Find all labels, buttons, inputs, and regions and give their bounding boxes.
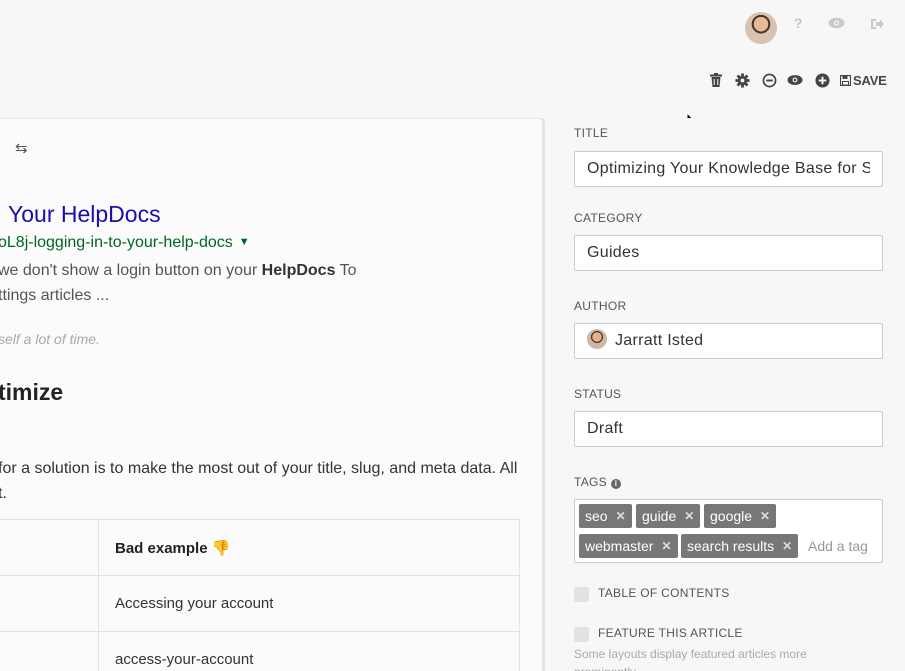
- snippet-bold-text: HelpDocs: [261, 262, 336, 279]
- search-result-snippet: we don't show a login button on your Hel…: [0, 258, 357, 308]
- title-field[interactable]: [574, 151, 883, 187]
- snippet-text: we don't show a login button on your: [0, 262, 262, 279]
- status-label: STATUS: [574, 387, 622, 401]
- search-result-url: oL8j-logging-in-to-your-help-docs ▼: [0, 234, 250, 252]
- feature-hint: Some layouts display featured articles m…: [574, 647, 807, 671]
- title-label: TITLE: [574, 126, 609, 140]
- title-input[interactable]: [587, 152, 870, 186]
- body-paragraph: for a solution is to make the most out o…: [0, 456, 517, 506]
- table-cell: [0, 575, 99, 632]
- table-cell: [0, 631, 99, 671]
- remove-tag-icon[interactable]: ✕: [616, 504, 626, 528]
- question-icon[interactable]: ?: [794, 15, 803, 31]
- author-select[interactable]: Jarratt Isted: [574, 323, 883, 359]
- table-cell: access-your-account: [98, 631, 520, 671]
- search-result-title[interactable]: Your HelpDocs: [8, 201, 161, 228]
- tag-search-results: search results ✕: [681, 534, 799, 558]
- info-icon[interactable]: i: [610, 479, 621, 489]
- user-avatar[interactable]: [745, 12, 777, 44]
- caret-down-icon: ▼: [238, 236, 250, 248]
- tag-webmaster: webmaster ✕: [579, 534, 678, 558]
- trash-icon[interactable]: [708, 72, 724, 88]
- tags-input[interactable]: seo ✕ guide ✕ google ✕ webmaster ✕ search re…: [574, 499, 883, 563]
- search-result-url-text: oL8j-logging-in-to-your-help-docs: [0, 234, 233, 251]
- tags-label: TAGS i: [574, 475, 621, 489]
- tag-seo: seo ✕: [579, 504, 632, 528]
- snippet-text-line2: ttings articles ...: [0, 287, 110, 304]
- article-settings-sidebar: TITLE CATEGORY Guides AUTHOR Jarratt Ist…: [558, 118, 905, 671]
- feature-checkbox[interactable]: [574, 627, 589, 642]
- swap-arrows-icon[interactable]: ⇆: [15, 139, 28, 157]
- table-row: access-your-account: [0, 631, 520, 671]
- eye-icon[interactable]: [828, 16, 845, 32]
- floppy-disk-icon: [840, 75, 851, 86]
- tag-label: google: [710, 508, 753, 524]
- plus-circle-icon[interactable]: [814, 72, 830, 88]
- section-heading: timize: [0, 379, 64, 405]
- table-row: Accessing your account: [0, 575, 520, 632]
- add-tag-input[interactable]: Add a tag: [808, 538, 868, 554]
- table-cell: Accessing your account: [98, 575, 520, 632]
- tag-label: search results: [687, 538, 775, 554]
- author-label: AUTHOR: [574, 299, 627, 313]
- table-header-cell: [0, 519, 99, 576]
- remove-tag-icon[interactable]: ✕: [760, 504, 770, 528]
- tag-guide: guide ✕: [636, 504, 701, 528]
- table-header-cell: Bad example 👎: [98, 519, 520, 576]
- status-select[interactable]: Draft: [574, 411, 883, 447]
- paragraph-line: for a solution is to make the most out o…: [0, 460, 518, 477]
- paragraph-line: t.: [0, 485, 7, 502]
- tag-label: guide: [642, 508, 677, 524]
- top-bar: ?: [0, 0, 905, 55]
- tag-label: seo: [585, 508, 608, 524]
- tag-label: webmaster: [585, 538, 654, 554]
- author-name: Jarratt Isted: [615, 332, 704, 349]
- history-icon[interactable]: [761, 72, 777, 88]
- save-button[interactable]: SAVE: [840, 73, 887, 88]
- toc-label[interactable]: TABLE OF CONTENTS: [598, 586, 730, 600]
- image-caption: self a lot of time.: [0, 331, 100, 347]
- gear-icon[interactable]: [734, 72, 750, 88]
- tags-label-text: TAGS: [574, 475, 607, 489]
- remove-tag-icon[interactable]: ✕: [782, 534, 792, 558]
- category-select[interactable]: Guides: [574, 235, 883, 271]
- author-avatar: [587, 329, 607, 349]
- category-label: CATEGORY: [574, 211, 643, 225]
- tag-google: google ✕: [704, 504, 777, 528]
- snippet-text-end: To: [335, 262, 357, 279]
- sign-out-icon[interactable]: [870, 17, 884, 33]
- save-label: SAVE: [853, 73, 887, 88]
- preview-eye-icon[interactable]: [787, 72, 803, 88]
- table-header-row: Bad example 👎: [0, 519, 520, 576]
- examples-table: Bad example 👎 Accessing your account acc…: [0, 519, 520, 671]
- toc-checkbox[interactable]: [574, 587, 589, 602]
- feature-label[interactable]: FEATURE THIS ARTICLE: [598, 626, 743, 640]
- remove-tag-icon[interactable]: ✕: [684, 504, 694, 528]
- remove-tag-icon[interactable]: ✕: [661, 534, 671, 558]
- article-editor[interactable]: ⇆ Your HelpDocs oL8j-logging-in-to-your-…: [0, 118, 545, 671]
